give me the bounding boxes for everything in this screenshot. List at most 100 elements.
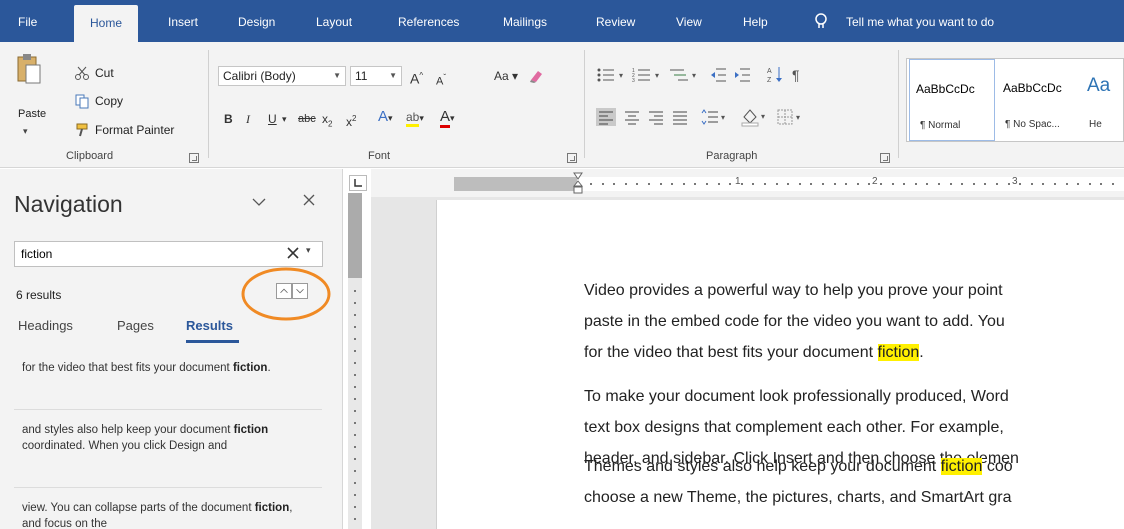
change-case-button[interactable]: Aa ▾ <box>494 67 518 85</box>
multilevel-list-icon[interactable]: ▾ <box>668 66 702 84</box>
lightbulb-icon[interactable] <box>814 13 828 31</box>
line-spacing-icon[interactable]: ▾ <box>700 108 730 126</box>
tab-results[interactable]: Results <box>186 318 233 333</box>
paste-options-chevron-down-icon[interactable]: ▾ <box>23 126 28 137</box>
underline-options-chevron-down-icon[interactable]: ▾ <box>282 110 287 128</box>
align-right-icon[interactable] <box>646 108 666 126</box>
ruler-number: 3 <box>1012 176 1018 187</box>
align-left-icon[interactable] <box>596 108 616 126</box>
svg-text:3: 3 <box>632 78 635 84</box>
paste-button[interactable]: Paste <box>18 108 46 120</box>
italic-button[interactable]: I <box>246 110 250 128</box>
font-dialog-launcher-icon[interactable] <box>567 153 577 163</box>
ruler-tick <box>741 183 743 185</box>
ruler-tick <box>660 183 662 185</box>
change-case-label: Aa <box>494 69 509 83</box>
text-effects-icon[interactable]: A▾ <box>378 108 393 127</box>
close-icon[interactable] <box>302 193 316 207</box>
copy-button[interactable]: Copy <box>74 92 123 110</box>
bold-button[interactable]: B <box>224 110 233 128</box>
tell-me-search[interactable]: Tell me what you want to do <box>846 0 994 42</box>
svg-text:▾: ▾ <box>692 71 696 80</box>
ruler-tick <box>787 183 789 185</box>
font-size-value: 11 <box>355 69 368 83</box>
clear-formatting-icon[interactable] <box>528 68 544 84</box>
search-highlight: fiction <box>877 344 920 361</box>
style-no-spacing[interactable]: AaBbCcDc ¶ No Spac... <box>999 59 1081 141</box>
tab-insert[interactable]: Insert <box>168 0 198 42</box>
text-run: Video provides a powerful way to help yo… <box>584 282 1003 299</box>
style-normal[interactable]: AaBbCcDc ¶ Normal <box>909 59 995 141</box>
tab-layout[interactable]: Layout <box>316 0 352 42</box>
font-color-icon[interactable]: A▾ <box>440 108 455 128</box>
search-input[interactable] <box>21 245 271 263</box>
result-text: coordinated. When you click Design and <box>22 440 228 452</box>
font-size-dropdown[interactable]: 11 ▼ <box>350 66 402 86</box>
text-run: To make your document look professionall… <box>584 388 1009 405</box>
paste-icon[interactable] <box>16 51 42 85</box>
tab-design[interactable]: Design <box>238 0 275 42</box>
tab-home[interactable]: Home <box>74 5 139 42</box>
subscript-button[interactable]: x2 <box>322 110 332 133</box>
ruler-number: 1 <box>735 176 741 187</box>
clipboard-dialog-launcher-icon[interactable] <box>189 153 199 163</box>
show-formatting-marks-icon[interactable]: ¶ <box>792 66 800 84</box>
paragraph-dialog-launcher-icon[interactable] <box>880 153 890 163</box>
increase-indent-icon[interactable] <box>734 66 752 84</box>
ruler-tick <box>915 183 917 185</box>
chevron-down-icon[interactable] <box>252 195 266 209</box>
tab-file[interactable]: File <box>18 0 37 42</box>
tab-view[interactable]: View <box>676 0 702 42</box>
indent-marker-icon[interactable] <box>573 172 583 196</box>
grow-font-icon[interactable]: A^ <box>410 67 423 88</box>
shrink-font-icon[interactable]: Aˇ <box>436 69 446 91</box>
font-name-dropdown[interactable]: Calibri (Body) ▼ <box>218 66 346 86</box>
borders-icon[interactable]: ▾ <box>776 108 806 126</box>
font-group-label: Font <box>368 150 391 162</box>
text-run: . <box>919 344 924 361</box>
ruler-tick <box>868 183 870 185</box>
ruler-tick <box>1031 183 1033 185</box>
document-line: for the video that best fits your docume… <box>584 340 1124 365</box>
result-item[interactable]: view. You can collapse parts of the docu… <box>14 500 322 529</box>
superscript-button[interactable]: x2 <box>346 110 356 131</box>
font-name-value: Calibri (Body) <box>223 69 296 83</box>
tab-headings[interactable]: Headings <box>18 318 73 333</box>
shading-icon[interactable]: ▾ <box>740 107 770 127</box>
style-heading[interactable]: Aa He <box>1083 59 1123 141</box>
bullets-icon[interactable]: ▾ <box>596 66 628 84</box>
tab-selector-icon[interactable] <box>349 175 367 191</box>
ruler-tick <box>694 183 696 185</box>
format-painter-button[interactable]: Format Painter <box>74 121 174 139</box>
numbering-icon[interactable]: 1 2 3 ▾ <box>632 66 664 84</box>
vertical-ruler-margin <box>348 193 362 278</box>
strikethrough-button[interactable]: abc <box>298 110 316 128</box>
chevron-down-icon: ▼ <box>389 71 397 80</box>
sort-icon[interactable]: AZ <box>766 65 784 85</box>
highlight-color-icon[interactable]: ab▾ <box>406 108 424 127</box>
search-options-chevron-down-icon[interactable]: ▾ <box>306 245 311 256</box>
result-item[interactable]: for the video that best fits your docume… <box>14 360 322 376</box>
tab-references[interactable]: References <box>398 0 459 42</box>
tab-help[interactable]: Help <box>743 0 768 42</box>
tab-review[interactable]: Review <box>596 0 635 42</box>
ruler-tick <box>984 183 986 185</box>
format-painter-label: Format Painter <box>95 123 175 137</box>
ruler-tick <box>354 470 356 472</box>
ruler-tick <box>1089 183 1091 185</box>
justify-icon[interactable] <box>670 108 690 126</box>
clear-search-icon[interactable] <box>286 246 300 260</box>
decrease-indent-icon[interactable] <box>710 66 728 84</box>
ruler-tick <box>996 183 998 185</box>
chevron-down-icon: ▼ <box>333 71 341 80</box>
ruler-tick <box>354 434 356 436</box>
align-center-icon[interactable] <box>622 108 642 126</box>
result-item[interactable]: and styles also help keep your document … <box>14 422 322 454</box>
tab-mailings[interactable]: Mailings <box>503 0 547 42</box>
document-line: text box designs that complement each ot… <box>584 415 1124 440</box>
ruler-tick <box>354 422 356 424</box>
cut-button[interactable]: Cut <box>74 64 114 82</box>
underline-button[interactable]: U <box>268 110 277 128</box>
ruler-tick <box>354 410 356 412</box>
tab-pages[interactable]: Pages <box>117 318 154 333</box>
